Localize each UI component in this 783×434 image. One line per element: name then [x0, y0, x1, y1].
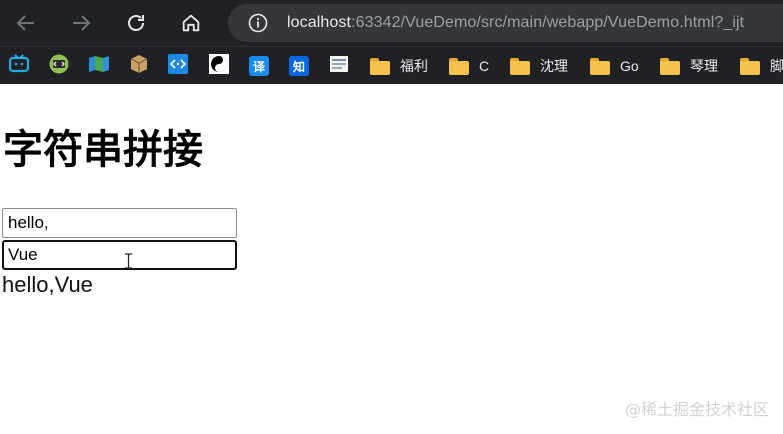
watermark: @稀土掘金技术社区: [624, 400, 769, 419]
bookmark-folder-qinli[interactable]: 琴理: [659, 55, 718, 77]
info-icon[interactable]: [248, 13, 268, 33]
url-path: :63342/VueDemo/src/main/webapp/VueDemo.h…: [351, 14, 745, 31]
bookmark-box[interactable]: [129, 54, 149, 79]
bookmark-folder-shenli[interactable]: 沈理: [509, 55, 568, 77]
bookmark-label: 脚: [770, 58, 783, 74]
forward-button[interactable]: [66, 8, 96, 38]
back-button[interactable]: [11, 8, 41, 38]
home-icon: [180, 12, 202, 34]
bookmark-translate[interactable]: 译: [249, 55, 269, 77]
bookmark-folder-c[interactable]: C: [448, 55, 489, 77]
bookmark-yin-yang[interactable]: [209, 53, 229, 79]
browser-toolbar: localhost:63342/VueDemo/src/main/webapp/…: [0, 0, 783, 46]
zhihu-icon: 知: [289, 56, 309, 76]
yin-yang-icon: [209, 53, 229, 79]
bookmark-folder-jiao[interactable]: 脚: [739, 55, 783, 77]
bookmark-label: 福利: [400, 58, 428, 74]
bookmark-label: Go: [620, 58, 639, 74]
concatenated-result: hello,Vue: [2, 272, 93, 297]
page-heading: 字符串拼接: [3, 127, 203, 173]
bilibili-icon: [8, 53, 30, 79]
bookmark-dev-tools[interactable]: [168, 53, 188, 79]
home-button[interactable]: [176, 8, 206, 38]
folder-icon: [739, 57, 761, 75]
bookmark-folder-go[interactable]: Go: [589, 55, 639, 77]
address-bar[interactable]: localhost:63342/VueDemo/src/main/webapp/…: [228, 4, 783, 42]
reload-button[interactable]: [121, 8, 151, 38]
box-icon: [129, 54, 149, 79]
bookmark-label: 琴理: [690, 58, 718, 74]
url-host: localhost: [287, 14, 352, 31]
bookmark-label: 沈理: [540, 58, 568, 74]
bookmark-zhihu[interactable]: 知: [289, 55, 309, 77]
bookmark-page[interactable]: [329, 55, 349, 77]
folder-icon: [659, 57, 681, 75]
folder-icon: [589, 57, 611, 75]
arrow-right-icon: [69, 11, 93, 35]
dev-tools-icon: [168, 53, 188, 79]
bookmarks-bar: 译 知 福利 C 沈理 Go 琴理 脚: [0, 46, 783, 84]
folder-icon: [509, 57, 531, 75]
text-cursor-icon: [124, 253, 133, 274]
translate-icon: 译: [249, 56, 269, 76]
bookmark-code[interactable]: [49, 54, 69, 79]
bookmark-bilibili[interactable]: [8, 53, 30, 79]
map-icon: [88, 54, 110, 79]
second-string-input[interactable]: [2, 240, 237, 270]
bookmark-map[interactable]: [88, 55, 110, 77]
bookmark-folder-fuli[interactable]: 福利: [369, 55, 428, 77]
folder-icon: [448, 57, 470, 75]
first-string-input[interactable]: [2, 208, 237, 238]
url-text[interactable]: localhost:63342/VueDemo/src/main/webapp/…: [287, 14, 744, 32]
page-content: 字符串拼接 hello,Vue @稀土掘金技术社区: [0, 85, 783, 434]
page-icon: [329, 54, 349, 79]
arrow-left-icon: [14, 11, 38, 35]
folder-icon: [369, 57, 391, 75]
bookmark-label: C: [479, 58, 490, 74]
reload-icon: [124, 11, 148, 35]
code-icon: [49, 54, 69, 79]
